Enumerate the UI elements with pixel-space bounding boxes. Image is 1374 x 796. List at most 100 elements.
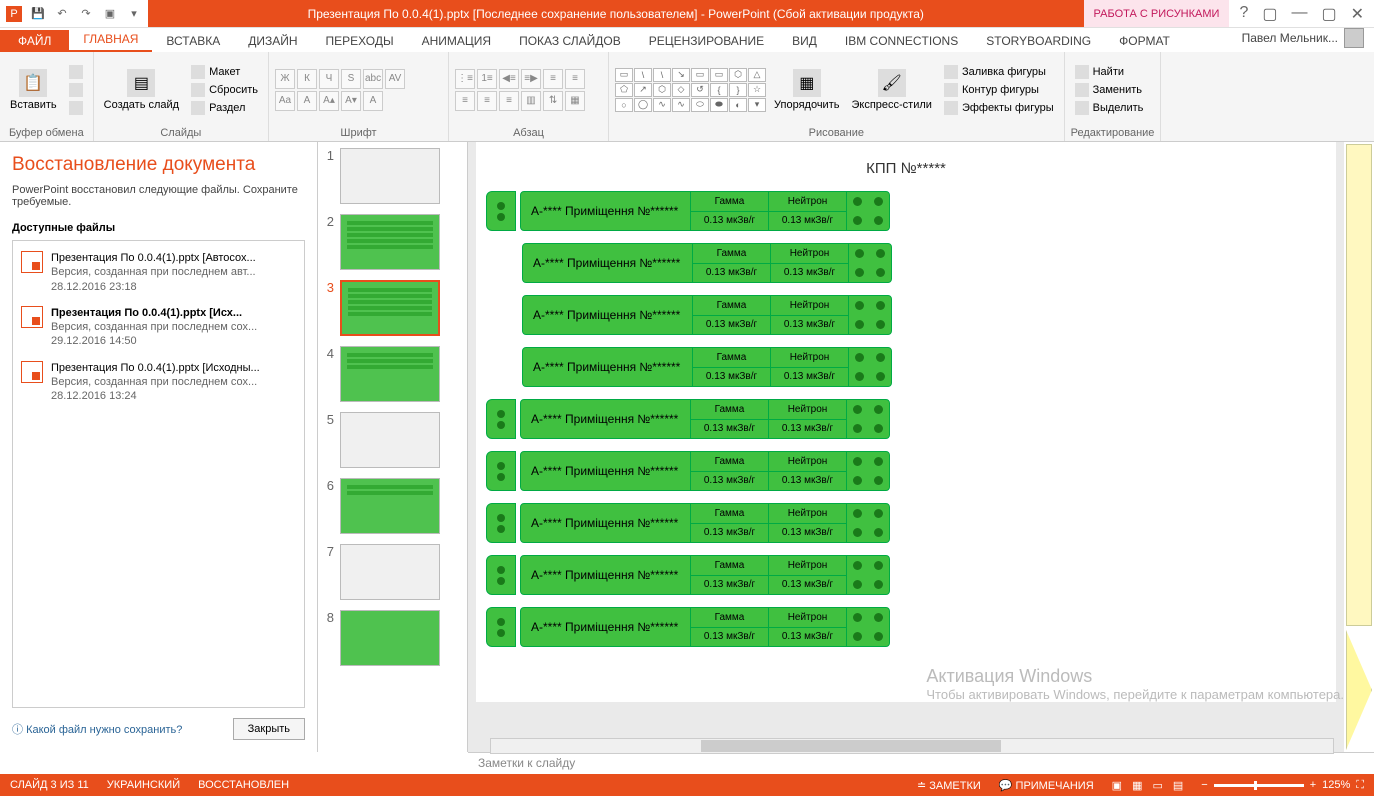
thumb-8[interactable]: 8 <box>322 610 463 666</box>
bold-button[interactable]: Ж <box>275 69 295 89</box>
thumb-3[interactable]: 3 <box>322 280 463 336</box>
shape-outline-button[interactable]: Контур фигуры <box>940 82 1058 98</box>
zoom-in-icon[interactable]: + <box>1310 779 1316 791</box>
case-button[interactable]: Aa <box>275 91 295 111</box>
thumb-4[interactable]: 4 <box>322 346 463 402</box>
layout-button[interactable]: Макет <box>187 64 262 80</box>
copy-button[interactable] <box>65 82 87 98</box>
format-painter-button[interactable] <box>65 100 87 116</box>
help-icon[interactable]: ? <box>1239 4 1248 24</box>
underline-button[interactable]: Ч <box>319 69 339 89</box>
shape-effects-button[interactable]: Эффекты фигуры <box>940 100 1058 116</box>
shrink-font-button[interactable]: A▾ <box>341 91 361 111</box>
slide-canvas-area[interactable]: КПП №***** А-**** Приміщення №******Гамм… <box>468 142 1344 752</box>
zoom-slider[interactable] <box>1214 784 1304 787</box>
thumb-5[interactable]: 5 <box>322 412 463 468</box>
indent-inc-button[interactable]: ≡▶ <box>521 69 541 89</box>
recovery-file-item[interactable]: Презентация По 0.0.4(1).pptx [Исх...Верс… <box>17 300 300 355</box>
smartart-button[interactable]: ▦ <box>565 91 585 111</box>
paste-button[interactable]: 📋Вставить <box>6 67 61 113</box>
clear-format-button[interactable]: A <box>363 91 383 111</box>
select-button[interactable]: Выделить <box>1071 100 1148 116</box>
normal-view-icon[interactable]: ▣ <box>1112 779 1122 792</box>
sensor-row[interactable]: А-**** Приміщення №******Гамма0.13 мкЗв/… <box>486 607 1326 647</box>
thumb-6[interactable]: 6 <box>322 478 463 534</box>
shape-fill-button[interactable]: Заливка фигуры <box>940 64 1058 80</box>
find-button[interactable]: Найти <box>1071 64 1148 80</box>
sorter-view-icon[interactable]: ▦ <box>1132 779 1142 792</box>
bullets-button[interactable]: ⋮≡ <box>455 69 475 89</box>
thumb-2[interactable]: 2 <box>322 214 463 270</box>
tab-slideshow[interactable]: ПОКАЗ СЛАЙДОВ <box>505 30 635 52</box>
cut-button[interactable] <box>65 64 87 80</box>
tab-file[interactable]: ФАЙЛ <box>0 30 69 52</box>
sensor-row[interactable]: А-**** Приміщення №******Гамма0.13 мкЗв/… <box>486 451 1326 491</box>
zoom-level[interactable]: 125% <box>1322 779 1350 791</box>
redo-icon[interactable]: ↷ <box>78 6 94 22</box>
thumb-1[interactable]: 1 <box>322 148 463 204</box>
tab-home[interactable]: ГЛАВНАЯ <box>69 28 152 52</box>
indent-dec-button[interactable]: ◀≡ <box>499 69 519 89</box>
align-left-button[interactable]: ≡ <box>565 69 585 89</box>
zoom-control[interactable]: − + 125% ⛶ <box>1201 779 1364 792</box>
spacing-button[interactable]: AV <box>385 69 405 89</box>
sensor-row[interactable]: А-**** Приміщення №******Гамма0.13 мкЗв/… <box>486 503 1326 543</box>
sensor-row[interactable]: А-**** Приміщення №******Гамма0.13 мкЗв/… <box>522 295 1326 335</box>
replace-button[interactable]: Заменить <box>1071 82 1148 98</box>
strike-button[interactable]: abc <box>363 69 383 89</box>
reset-button[interactable]: Сбросить <box>187 82 262 98</box>
start-icon[interactable]: ▣ <box>102 6 118 22</box>
quick-styles-button[interactable]: 🖌Экспресс-стили <box>847 67 935 113</box>
zoom-out-icon[interactable]: − <box>1201 779 1207 791</box>
tab-review[interactable]: РЕЦЕНЗИРОВАНИЕ <box>635 30 778 52</box>
sensor-row[interactable]: А-**** Приміщення №******Гамма0.13 мкЗв/… <box>486 191 1326 231</box>
align-center-button[interactable]: ≡ <box>455 91 475 111</box>
tab-storyboarding[interactable]: STORYBOARDING <box>972 30 1105 52</box>
shadow-button[interactable]: S <box>341 69 361 89</box>
qat-more-icon[interactable]: ▾ <box>126 6 142 22</box>
recovery-file-item[interactable]: Презентация По 0.0.4(1).pptx [Исходны...… <box>17 355 300 410</box>
ribbon-options-icon[interactable]: ▢ <box>1262 4 1277 24</box>
sensor-row[interactable]: А-**** Приміщення №******Гамма0.13 мкЗв/… <box>522 243 1326 283</box>
tab-design[interactable]: ДИЗАЙН <box>234 30 311 52</box>
notes-toggle[interactable]: ≐ ЗАМЕТКИ <box>917 779 981 792</box>
sensor-row[interactable]: А-**** Приміщення №******Гамма0.13 мкЗв/… <box>522 347 1326 387</box>
font-color-button[interactable]: A <box>297 91 317 111</box>
section-button[interactable]: Раздел <box>187 100 262 116</box>
numbering-button[interactable]: 1≡ <box>477 69 497 89</box>
yellow-strip[interactable] <box>1346 630 1372 750</box>
slide-canvas[interactable]: КПП №***** А-**** Приміщення №******Гамм… <box>476 142 1336 702</box>
close-icon[interactable]: ✕ <box>1351 4 1364 24</box>
justify-button[interactable]: ≡ <box>499 91 519 111</box>
shapes-gallery[interactable]: ▭\\↘▭▭⬡△ ⬠↗⬡◇↺{}☆ ○◯∿∿⬭⬬◐▾ <box>615 68 766 112</box>
close-recovery-button[interactable]: Закрыть <box>233 718 305 740</box>
comments-toggle[interactable]: 💬 ПРИМЕЧАНИЯ <box>999 779 1094 792</box>
save-icon[interactable]: 💾 <box>30 6 46 22</box>
notes-pane[interactable]: Заметки к слайду <box>468 752 1374 774</box>
language-indicator[interactable]: УКРАИНСКИЙ <box>107 779 180 791</box>
tab-animation[interactable]: АНИМАЦИЯ <box>408 30 505 52</box>
sensor-row[interactable]: А-**** Приміщення №******Гамма0.13 мкЗв/… <box>486 399 1326 439</box>
tab-transitions[interactable]: ПЕРЕХОДЫ <box>312 30 408 52</box>
yellow-strip[interactable] <box>1346 144 1372 626</box>
horizontal-scrollbar[interactable] <box>490 738 1334 754</box>
tab-format[interactable]: ФОРМАТ <box>1105 30 1184 52</box>
maximize-icon[interactable]: ▢ <box>1321 4 1336 24</box>
which-file-link[interactable]: ⓘ Какой файл нужно сохранить? <box>12 721 182 737</box>
minimize-icon[interactable]: — <box>1291 4 1307 24</box>
linespace-button[interactable]: ≡ <box>543 69 563 89</box>
arrange-button[interactable]: ▦Упорядочить <box>770 67 843 113</box>
tab-insert[interactable]: ВСТАВКА <box>152 30 234 52</box>
new-slide-button[interactable]: ▤Создать слайд <box>100 67 183 113</box>
columns-button[interactable]: ▥ <box>521 91 541 111</box>
undo-icon[interactable]: ↶ <box>54 6 70 22</box>
italic-button[interactable]: К <box>297 69 317 89</box>
tab-ibm[interactable]: IBM CONNECTIONS <box>831 30 972 52</box>
text-direction-button[interactable]: ⇅ <box>543 91 563 111</box>
tab-view[interactable]: ВИД <box>778 30 831 52</box>
user-account[interactable]: Павел Мельник... <box>1232 24 1374 52</box>
grow-font-button[interactable]: A▴ <box>319 91 339 111</box>
recovery-file-item[interactable]: Презентация По 0.0.4(1).pptx [Автосох...… <box>17 245 300 300</box>
reading-view-icon[interactable]: ▭ <box>1152 779 1162 792</box>
align-right-button[interactable]: ≡ <box>477 91 497 111</box>
